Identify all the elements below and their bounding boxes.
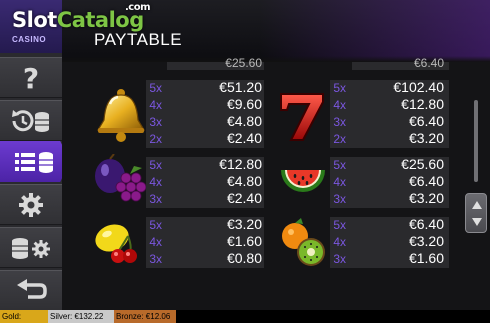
seven-icon — [280, 93, 324, 141]
mult-label: 3x — [333, 115, 346, 129]
watermelon-icon — [281, 170, 325, 192]
sidebar-item-back[interactable] — [0, 270, 62, 311]
pay-amount: €3.20 — [226, 216, 262, 232]
sidebar: ? — [0, 53, 70, 311]
scroll-arrows-button[interactable] — [465, 193, 487, 233]
orange-kiwi-icon — [282, 218, 325, 266]
mult-label: 5x — [333, 158, 346, 172]
top-bar-glow — [260, 0, 490, 62]
list-coins-icon — [15, 151, 53, 173]
pay-amount: €4.80 — [226, 173, 262, 189]
pay-amount: €25.60 — [401, 156, 444, 172]
mult-label: 3x — [149, 192, 162, 206]
cut-off-amount-left: €25.60 — [225, 56, 262, 70]
pay-amount: €1.60 — [226, 233, 262, 249]
mult-label: 4x — [149, 235, 162, 249]
mult-label: 5x — [149, 218, 162, 232]
sidebar-item-bet-settings[interactable] — [0, 227, 62, 268]
mult-label: 3x — [149, 115, 162, 129]
mult-label: 3x — [333, 192, 346, 206]
pay-amount: €4.80 — [226, 113, 262, 129]
pay-amount: €9.60 — [226, 96, 262, 112]
chevron-down-icon — [472, 218, 482, 226]
cut-off-amount-right: €6.40 — [413, 56, 444, 70]
pay-amount: €6.40 — [408, 216, 444, 232]
mult-label: 5x — [149, 81, 162, 95]
mult-label: 4x — [333, 175, 346, 189]
page-title: PAYTABLE — [94, 30, 183, 49]
mult-label: 2x — [333, 132, 346, 146]
jackpot-bronze: Bronze: €12.06 — [114, 310, 176, 323]
back-arrow-icon — [17, 278, 47, 299]
question-mark-icon: ? — [23, 63, 39, 93]
mult-label: 5x — [333, 218, 346, 232]
gear-icon — [19, 192, 43, 217]
mult-label: 5x — [149, 158, 162, 172]
watermark-com: .com — [125, 2, 151, 13]
pay-amount: €3.20 — [408, 190, 444, 206]
mult-label: 5x — [333, 81, 346, 95]
pay-amount: €6.40 — [408, 113, 444, 129]
mult-label: 4x — [149, 175, 162, 189]
scrollbar-track[interactable] — [474, 100, 478, 182]
pay-amount: €12.80 — [401, 96, 444, 112]
jackpot-silver: Silver: €132.22 — [48, 310, 114, 323]
mult-label: 2x — [149, 132, 162, 146]
pay-amount: €12.80 — [219, 156, 262, 172]
pay-amount: €3.20 — [408, 130, 444, 146]
pay-amount: €1.60 — [408, 250, 444, 266]
pay-amount: €51.20 — [219, 79, 262, 95]
chevron-up-icon — [472, 201, 482, 209]
coins-gear-icon — [12, 237, 50, 259]
plum-grapes-icon — [95, 154, 147, 202]
mult-label: 3x — [149, 252, 162, 266]
svg-text:?: ? — [23, 63, 39, 93]
lemon-cherry-icon — [95, 224, 137, 263]
sidebar-item-settings[interactable] — [0, 184, 62, 225]
pay-amount: €6.40 — [408, 173, 444, 189]
sidebar-item-paytable[interactable] — [0, 141, 70, 182]
casino-label: CASINO — [12, 35, 47, 44]
mult-label: 4x — [333, 98, 346, 112]
pay-amount: €3.20 — [408, 233, 444, 249]
mult-label: 4x — [333, 235, 346, 249]
watermark-slot: Slot — [12, 8, 57, 32]
pay-amount: €0.80 — [226, 250, 262, 266]
sidebar-item-history[interactable] — [0, 100, 62, 141]
history-coins-icon — [12, 109, 49, 132]
mult-label: 4x — [149, 98, 162, 112]
sidebar-item-help[interactable]: ? — [0, 57, 62, 98]
slotcatalog-watermark: SlotCatalog .com — [12, 2, 151, 32]
pay-amount: €2.40 — [226, 130, 262, 146]
jackpot-bar: Gold: €615.91 Silver: €132.22 Bronze: €1… — [0, 310, 490, 323]
mult-label: 3x — [333, 252, 346, 266]
pay-amount: €102.40 — [393, 79, 444, 95]
pay-amount: €2.40 — [226, 190, 262, 206]
jackpot-gold: Gold: €615.91 — [0, 310, 48, 323]
